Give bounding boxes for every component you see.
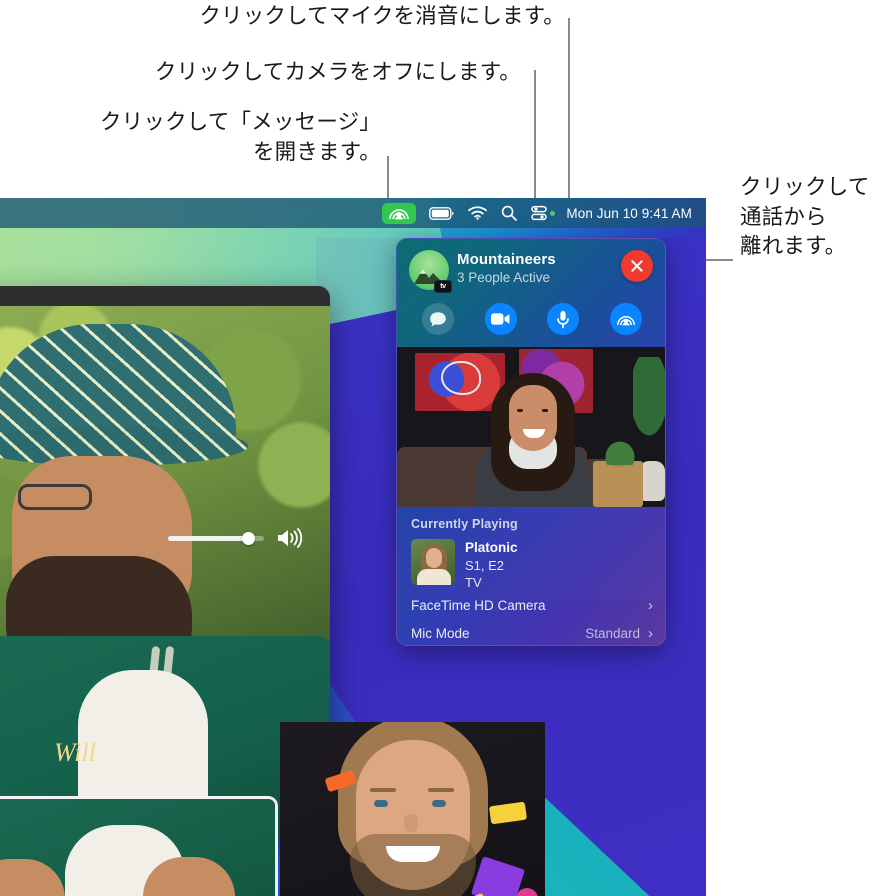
participant-nose <box>404 814 418 832</box>
mac-desktop-screen: Will Mon Jun 10 9:41 AM tv Mountaineers … <box>0 198 706 896</box>
shareplay-menu-icon[interactable] <box>382 202 417 224</box>
shareplay-icon <box>616 315 635 325</box>
call-controls-row <box>397 295 665 343</box>
call-name: Mountaineers <box>457 251 556 268</box>
participants-count: 3 People Active <box>457 270 551 285</box>
microphone-icon <box>557 310 570 328</box>
message-bubble-icon <box>430 311 447 327</box>
wall-art-left <box>415 353 505 411</box>
thumb-face <box>426 548 442 568</box>
camera-source-label: FaceTime HD Camera <box>411 597 546 613</box>
facetime-shareplay-panel[interactable]: tv Mountaineers 3 People Active Currentl… <box>396 238 666 646</box>
panel-video-tile[interactable] <box>397 347 665 507</box>
participant-beard <box>350 834 476 896</box>
battery-icon[interactable] <box>422 198 461 228</box>
participant-tile-selfview[interactable] <box>0 796 278 896</box>
callout-mute-microphone: クリックしてマイクを消音にします。 <box>199 4 565 28</box>
volume-slider-fill <box>168 536 248 541</box>
chevron-right-icon: › <box>648 624 653 642</box>
microphone-button[interactable] <box>547 303 580 335</box>
participant-eye <box>374 800 388 807</box>
tile-person-face <box>509 385 557 451</box>
now-playing-thumbnail <box>411 539 455 585</box>
room-side-table <box>593 461 643 507</box>
mic-mode-row[interactable]: Mic Mode Standard › <box>397 619 665 645</box>
player-titlebar[interactable] <box>0 286 330 306</box>
avatar: tv <box>409 250 452 293</box>
video-subject-glasses <box>18 484 92 510</box>
shareplay-icon <box>389 209 410 220</box>
status-dot <box>550 210 556 216</box>
menu-clock[interactable]: Mon Jun 10 9:41 AM <box>562 198 698 228</box>
tshirt-script-text: Will <box>54 738 96 767</box>
shareplay-button[interactable] <box>609 303 642 335</box>
now-playing-meta: Platonic S1, E2 TV <box>465 539 518 591</box>
participant-brow <box>428 788 454 792</box>
leave-call-button[interactable] <box>621 250 653 282</box>
now-playing-row[interactable]: Platonic S1, E2 TV <box>411 539 653 591</box>
room-plant-small <box>603 439 637 465</box>
callout-open-messages: クリックして「メッセージ」 を開きます。 <box>99 110 381 164</box>
screenshot-root: クリックしてマイクを消音にします。 クリックしてカメラをオフにします。 クリック… <box>0 0 883 896</box>
participant-mouth <box>386 846 440 862</box>
mic-mode-value: Standard <box>585 625 640 641</box>
tile-person-eye <box>517 409 523 412</box>
messages-button[interactable] <box>422 303 455 335</box>
control-center-icon[interactable] <box>524 198 562 228</box>
appletv-badge-icon: tv <box>434 280 452 293</box>
camera-source-row[interactable]: FaceTime HD Camera › <box>397 591 665 619</box>
participant-eye <box>432 800 446 807</box>
macos-menu-bar: Mon Jun 10 9:41 AM <box>0 198 706 228</box>
callout-turn-off-camera: クリックしてカメラをオフにします。 <box>154 60 521 84</box>
mic-mode-label: Mic Mode <box>411 625 470 641</box>
wifi-icon[interactable] <box>461 198 494 228</box>
room-plant-large <box>633 357 665 447</box>
now-playing-title: Platonic <box>465 540 518 555</box>
camera-button[interactable] <box>484 303 517 335</box>
participant-brow <box>370 788 396 792</box>
video-camera-icon <box>491 313 510 325</box>
callout-leave-call: クリックして 通話から 離れます。 <box>740 175 870 259</box>
chevron-right-icon: › <box>648 596 653 614</box>
currently-playing-section: Currently Playing Platonic S1, E2 TV <box>397 507 665 599</box>
now-playing-app: TV <box>465 574 482 590</box>
tile-person-eye <box>542 409 548 412</box>
speaker-volume-icon[interactable] <box>276 528 303 553</box>
participant-tile-confetti[interactable] <box>280 722 545 896</box>
close-icon <box>631 260 643 272</box>
now-playing-episode: S1, E2 <box>465 557 505 573</box>
volume-slider[interactable] <box>168 532 264 545</box>
search-icon[interactable] <box>494 198 524 228</box>
thumb-body <box>417 569 451 585</box>
currently-playing-label: Currently Playing <box>411 517 518 531</box>
volume-slider-knob[interactable] <box>242 532 255 545</box>
